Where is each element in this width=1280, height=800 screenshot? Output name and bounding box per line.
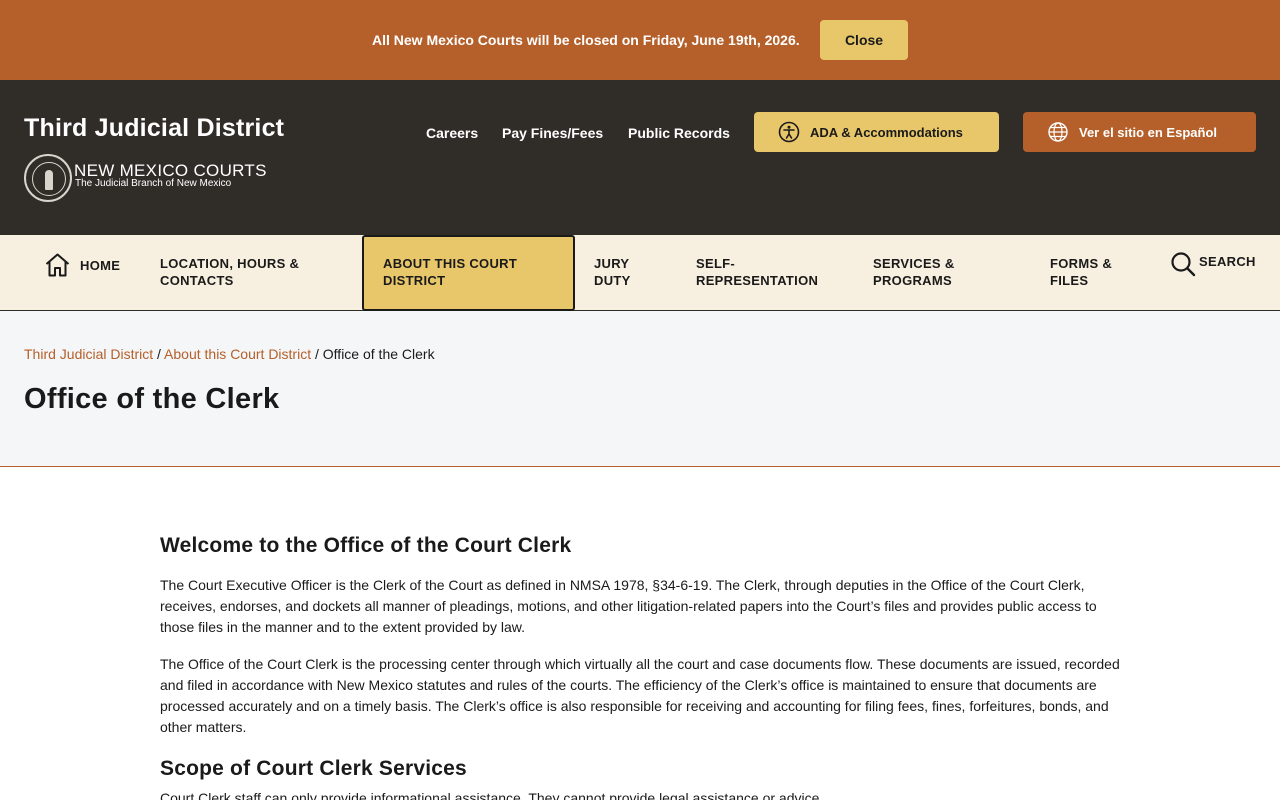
pay-fines-link[interactable]: Pay Fines/Fees: [502, 125, 603, 141]
nav-item-search[interactable]: SEARCH: [1170, 251, 1256, 277]
main-nav: HOME LOCATION, HOURS & CONTACTS ABOUT TH…: [0, 235, 1280, 311]
alert-banner: All New Mexico Courts will be closed on …: [0, 0, 1280, 80]
main-content: Welcome to the Office of the Court Clerk…: [160, 532, 1125, 800]
ada-button-label: ADA & Accommodations: [810, 124, 963, 140]
breadcrumb: Third Judicial District / About this Cou…: [24, 346, 435, 362]
public-records-link[interactable]: Public Records: [628, 125, 730, 141]
courts-tagline: The Judicial Branch of New Mexico: [75, 178, 232, 189]
nav-label-line: LOCATION, HOURS &: [160, 256, 300, 271]
section-heading-welcome: Welcome to the Office of the Court Clerk: [160, 534, 572, 557]
paragraph-scope: Court Clerk staff can only provide infor…: [160, 790, 824, 800]
spanish-button-label: Ver el sitio en Español: [1079, 124, 1217, 140]
state-seal-icon: [24, 154, 72, 202]
site-title[interactable]: Third Judicial District: [24, 114, 284, 143]
breadcrumb-current: Office of the Clerk: [322, 346, 435, 362]
alert-message: All New Mexico Courts will be closed on …: [372, 32, 800, 48]
site-header: Third Judicial District NEW MEXICO COURT…: [0, 80, 1280, 235]
nav-item-location[interactable]: LOCATION, HOURS & CONTACTS: [160, 255, 299, 289]
nav-label-line: PROGRAMS: [873, 273, 952, 288]
page-title: Office of the Clerk: [24, 383, 280, 415]
paragraph-processing-center: The Office of the Court Clerk is the pro…: [160, 656, 1120, 735]
search-icon: [1171, 252, 1196, 277]
breadcrumb-separator: /: [311, 346, 323, 362]
ada-accommodations-button[interactable]: ADA & Accommodations: [754, 112, 999, 152]
home-icon: [45, 253, 70, 277]
nav-label-line: DUTY: [594, 273, 631, 288]
nav-item-jury[interactable]: JURY DUTY: [594, 255, 631, 289]
nav-label-line: FILES: [1050, 273, 1089, 288]
nav-label-line: FORMS &: [1050, 256, 1113, 271]
breadcrumb-separator: /: [153, 346, 165, 362]
spanish-site-button[interactable]: Ver el sitio en Español: [1023, 112, 1256, 152]
nav-search-label: SEARCH: [1199, 253, 1256, 269]
paragraph-clerk-role: The Court Executive Officer is the Clerk…: [160, 577, 1097, 635]
nav-label-line: SELF-: [696, 256, 736, 271]
nav-label-line: CONTACTS: [160, 273, 234, 288]
close-alert-button[interactable]: Close: [820, 20, 908, 60]
section-heading-scope: Scope of Court Clerk Services: [160, 757, 467, 780]
nav-label-line: SERVICES &: [873, 256, 955, 271]
nav-label-line: JURY: [594, 256, 630, 271]
nav-label-line: REPRESENTATION: [696, 273, 819, 288]
nav-item-forms[interactable]: FORMS & FILES: [1050, 255, 1112, 289]
nav-home-label: HOME: [80, 257, 121, 273]
careers-link[interactable]: Careers: [426, 125, 478, 141]
nav-item-about[interactable]: ABOUT THIS COURT DISTRICT: [383, 255, 517, 289]
breadcrumb-parent-link[interactable]: About this Court District: [164, 346, 311, 362]
nav-label-line: DISTRICT: [383, 273, 446, 288]
nav-label-line: ABOUT THIS COURT: [383, 256, 518, 271]
accessibility-icon: [778, 121, 800, 143]
page-header: Third Judicial District / About this Cou…: [0, 311, 1280, 467]
nav-item-self-representation[interactable]: SELF- REPRESENTATION: [696, 255, 818, 289]
globe-icon: [1048, 122, 1068, 142]
breadcrumb-home-link[interactable]: Third Judicial District: [24, 346, 153, 362]
nav-item-home[interactable]: HOME: [44, 252, 120, 278]
nav-item-services[interactable]: SERVICES & PROGRAMS: [873, 255, 955, 289]
